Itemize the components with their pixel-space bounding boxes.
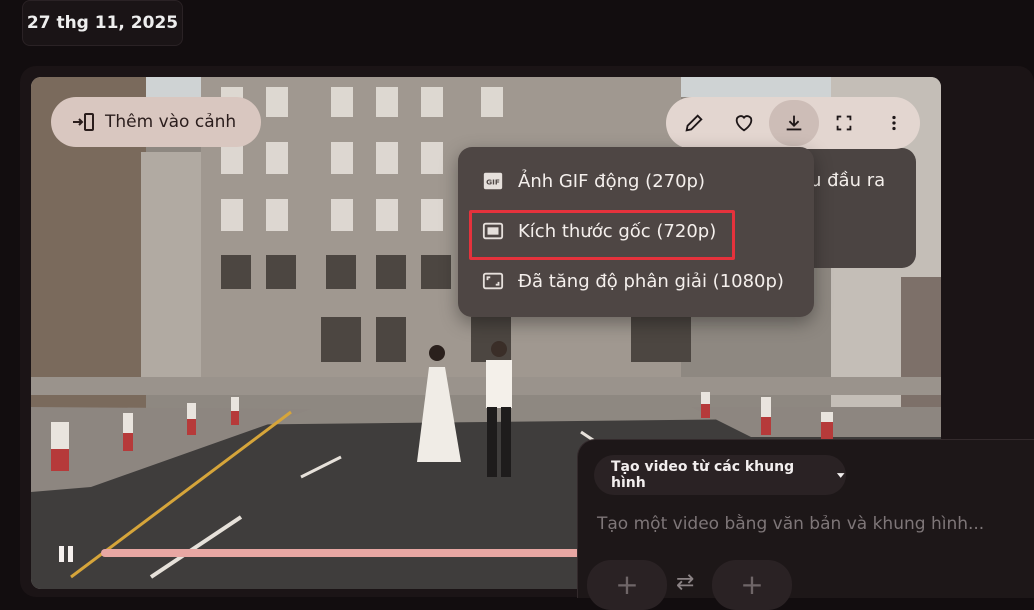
heart-icon <box>735 115 753 132</box>
fullscreen-icon <box>836 115 852 131</box>
partial-panel-text: u đầu ra <box>810 170 886 191</box>
mode-dropdown[interactable]: Tạo video từ các khung hình <box>594 455 846 495</box>
prompt-input[interactable]: Tạo một video bằng văn bản và khung hình… <box>597 514 984 534</box>
svg-text:GIF: GIF <box>486 178 500 187</box>
more-vert-icon <box>892 115 896 131</box>
add-to-scene-icon <box>73 113 94 131</box>
menu-item-upscaled[interactable]: Đã tăng độ phân giải (1080p) <box>482 261 784 301</box>
date-chip: 27 thg 11, 2025 <box>22 0 183 46</box>
gif-icon: GIF <box>483 172 503 190</box>
more-button[interactable] <box>869 100 919 146</box>
upscale-icon <box>482 272 504 290</box>
prompt-placeholder: Tạo một video bằng văn bản và khung hình… <box>597 514 985 534</box>
swap-frames-icon[interactable]: ⇄ <box>676 570 694 595</box>
date-label: 27 thg 11, 2025 <box>26 13 179 33</box>
mode-dropdown-label: Tạo video từ các khung hình <box>611 459 795 491</box>
add-to-scene-button[interactable]: Thêm vào cảnh <box>51 97 261 147</box>
download-icon <box>786 115 802 131</box>
playback-progress-bar[interactable] <box>101 549 581 557</box>
menu-item-upscaled-label: Đã tăng độ phân giải (1080p) <box>518 270 784 292</box>
video-toolbar <box>666 97 920 149</box>
end-frame-slot[interactable]: + <box>712 560 792 610</box>
edit-button[interactable] <box>669 100 719 146</box>
favorite-button[interactable] <box>719 100 769 146</box>
end-frame-add-label: + <box>740 568 764 601</box>
prompt-panel: Tạo video từ các khung hình Tạo một vide… <box>577 439 1034 610</box>
pencil-icon <box>685 114 703 132</box>
menu-item-gif[interactable]: GIF Ảnh GIF động (270p) <box>482 161 705 201</box>
start-frame-add-label: + <box>615 568 639 601</box>
add-to-scene-label: Thêm vào cảnh <box>105 112 237 132</box>
download-button[interactable] <box>769 100 819 146</box>
menu-item-gif-label: Ảnh GIF động (270p) <box>518 170 706 192</box>
fullscreen-button[interactable] <box>819 100 869 146</box>
pause-icon[interactable] <box>56 544 76 564</box>
caret-down-icon <box>836 473 845 478</box>
start-frame-slot[interactable]: + <box>587 560 667 610</box>
selection-highlight <box>469 210 735 260</box>
